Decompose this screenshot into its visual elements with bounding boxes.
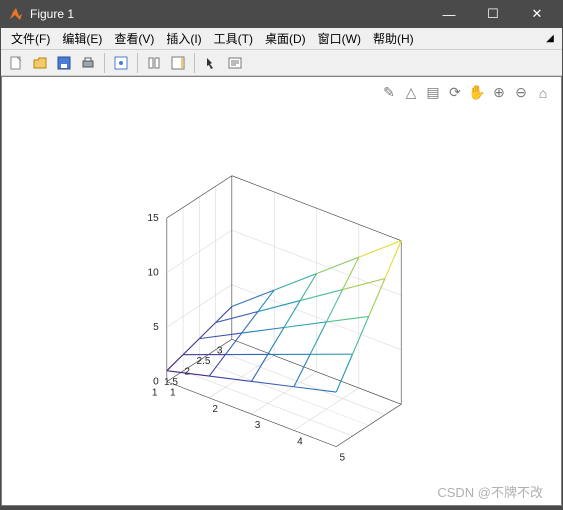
- menu-desktop[interactable]: 桌面(D): [259, 28, 312, 49]
- toolbar: [1, 50, 562, 76]
- svg-text:2: 2: [184, 367, 190, 378]
- watermark: CSDN @不牌不改: [437, 482, 543, 501]
- restore-view-icon[interactable]: ⌂: [533, 83, 553, 103]
- close-button[interactable]: ✕: [515, 0, 559, 28]
- data-tips-icon[interactable]: ▤: [423, 83, 443, 103]
- svg-text:5: 5: [339, 453, 345, 464]
- colorbar-icon[interactable]: [167, 52, 189, 74]
- pan-icon[interactable]: ✋: [467, 83, 487, 103]
- menubar: 文件(F) 编辑(E) 查看(V) 插入(I) 工具(T) 桌面(D) 窗口(W…: [1, 28, 562, 50]
- menubar-dropdown[interactable]: ◢: [542, 33, 558, 44]
- rotate-icon[interactable]: ⟳: [445, 83, 465, 103]
- svg-text:3: 3: [217, 345, 223, 356]
- menu-insert[interactable]: 插入(I): [160, 28, 207, 49]
- svg-text:4: 4: [297, 436, 303, 447]
- insert-text-icon[interactable]: [224, 52, 246, 74]
- svg-text:5: 5: [153, 322, 159, 333]
- zoom-out-icon[interactable]: ⊖: [511, 83, 531, 103]
- roi-icon[interactable]: △: [401, 83, 421, 103]
- menu-view[interactable]: 查看(V): [108, 28, 160, 49]
- matlab-icon: [8, 6, 24, 22]
- svg-text:1: 1: [152, 388, 158, 399]
- print-icon[interactable]: [77, 52, 99, 74]
- menu-help[interactable]: 帮助(H): [367, 28, 420, 49]
- svg-text:3: 3: [255, 420, 261, 431]
- menu-window[interactable]: 窗口(W): [312, 28, 367, 49]
- toolbar-separator: [137, 53, 138, 73]
- svg-text:1.5: 1.5: [164, 377, 178, 388]
- zoom-in-icon[interactable]: ⊕: [489, 83, 509, 103]
- toolbar-separator: [194, 53, 195, 73]
- svg-text:2: 2: [212, 404, 218, 415]
- new-icon[interactable]: [5, 52, 27, 74]
- maximize-button[interactable]: ☐: [471, 0, 515, 28]
- save-icon[interactable]: [53, 52, 75, 74]
- open-icon[interactable]: [29, 52, 51, 74]
- menu-file[interactable]: 文件(F): [5, 28, 56, 49]
- plot-toolbar: ✎ △ ▤ ⟳ ✋ ⊕ ⊖ ⌂: [379, 83, 553, 103]
- minimize-button[interactable]: —: [427, 0, 471, 28]
- toolbar-separator: [104, 53, 105, 73]
- arrow-icon[interactable]: [200, 52, 222, 74]
- svg-text:1: 1: [170, 388, 176, 399]
- window-title: Figure 1: [30, 7, 427, 21]
- link-icon[interactable]: [143, 52, 165, 74]
- svg-text:0: 0: [153, 377, 159, 388]
- menu-edit[interactable]: 编辑(E): [56, 28, 108, 49]
- surface-plot: 05101511.522.5312345: [2, 77, 561, 505]
- menu-tools[interactable]: 工具(T): [208, 28, 259, 49]
- svg-text:10: 10: [148, 268, 160, 279]
- edit-plot-icon[interactable]: [110, 52, 132, 74]
- svg-text:15: 15: [148, 213, 160, 224]
- brush-icon[interactable]: ✎: [379, 83, 399, 103]
- svg-text:2.5: 2.5: [196, 356, 210, 367]
- axes-3d[interactable]: ✎ △ ▤ ⟳ ✋ ⊕ ⊖ ⌂ 05101511.522.5312345 CSD…: [1, 76, 562, 506]
